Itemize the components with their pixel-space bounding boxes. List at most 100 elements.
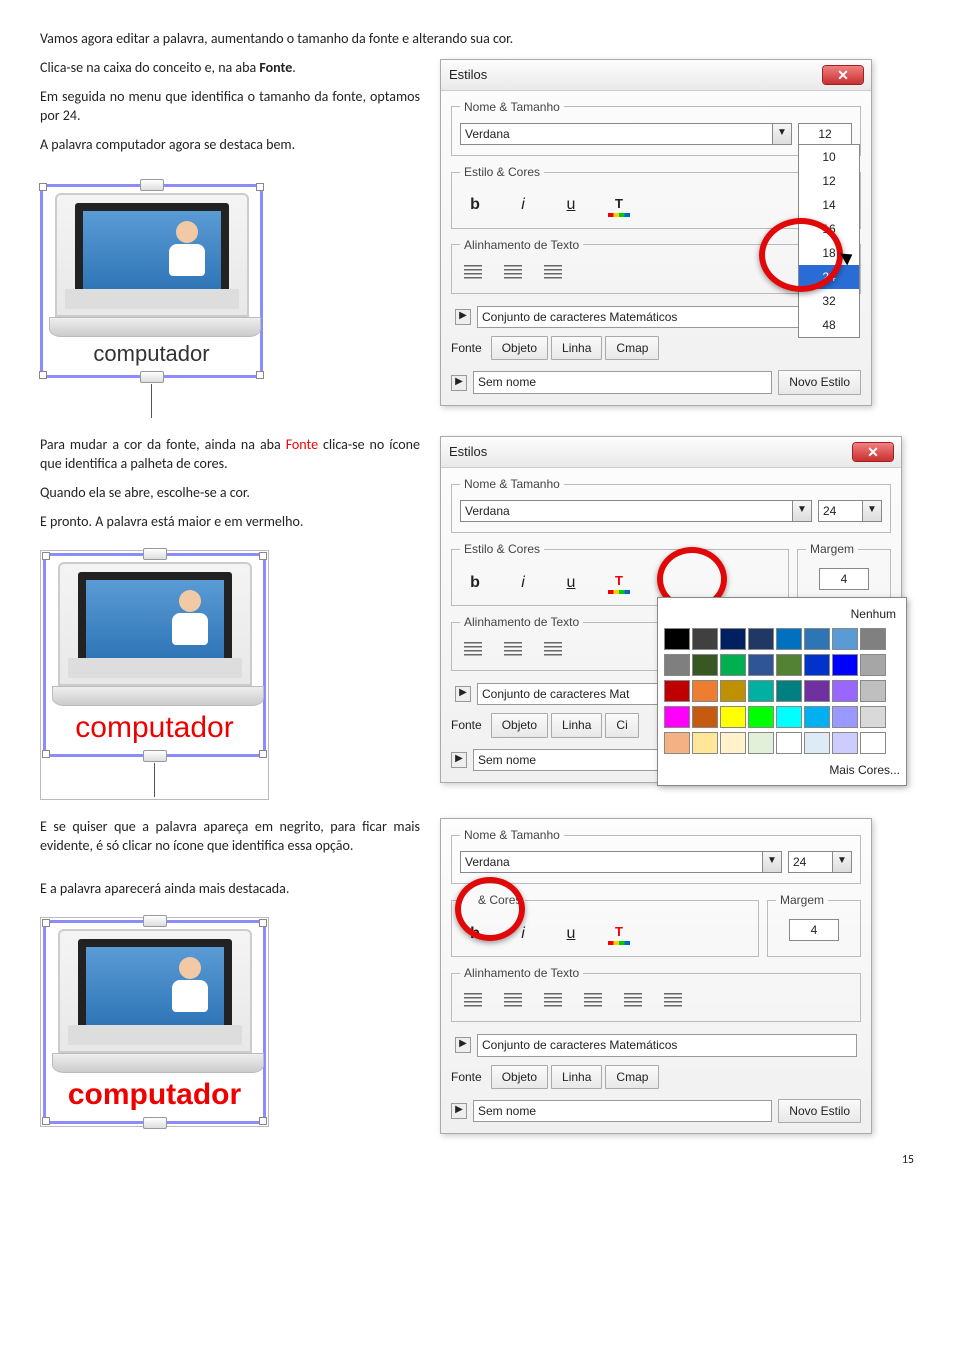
charset-field[interactable]: Conjunto de caracteres Matemáticos xyxy=(477,1034,857,1056)
underline-button[interactable]: u xyxy=(560,923,582,945)
tab-objeto[interactable]: Objeto xyxy=(491,1065,548,1089)
font-color-button[interactable]: T xyxy=(608,572,630,592)
margem-field[interactable]: 4 xyxy=(789,919,839,941)
color-swatch[interactable] xyxy=(860,680,886,702)
color-swatch[interactable] xyxy=(664,654,690,676)
color-swatch[interactable] xyxy=(664,706,690,728)
close-button[interactable]: ✕ xyxy=(823,66,863,84)
color-swatch[interactable] xyxy=(720,706,746,728)
align-top-button[interactable] xyxy=(584,993,602,1007)
style-name-field[interactable]: Sem nome xyxy=(473,1100,772,1122)
tab-cmap[interactable]: Cmap xyxy=(605,336,659,360)
color-swatch[interactable] xyxy=(776,732,802,754)
size-combo[interactable]: 24▼ xyxy=(818,500,882,522)
color-swatch[interactable] xyxy=(804,628,830,650)
color-swatch[interactable] xyxy=(748,732,774,754)
align-right-button[interactable] xyxy=(544,265,562,279)
tab-objeto[interactable]: Objeto xyxy=(491,336,548,360)
margem-field[interactable]: 4 xyxy=(819,568,869,590)
color-swatch[interactable] xyxy=(860,706,886,728)
color-swatch[interactable] xyxy=(748,628,774,650)
color-swatch[interactable] xyxy=(748,680,774,702)
style-name-field[interactable]: Sem nome xyxy=(473,371,772,393)
align-right-button[interactable] xyxy=(544,993,562,1007)
close-button[interactable]: ✕ xyxy=(853,443,893,461)
expand-icon[interactable]: ▶ xyxy=(455,686,471,702)
color-swatch[interactable] xyxy=(692,732,718,754)
color-swatch[interactable] xyxy=(860,628,886,650)
color-swatch[interactable] xyxy=(720,680,746,702)
color-swatch[interactable] xyxy=(776,654,802,676)
italic-button[interactable]: i xyxy=(512,572,534,594)
italic-button[interactable]: i xyxy=(512,194,534,216)
size-option[interactable]: 32 xyxy=(799,289,859,313)
tab-cmap[interactable]: Cmap xyxy=(605,1065,659,1089)
color-swatch[interactable] xyxy=(860,732,886,754)
color-swatch[interactable] xyxy=(692,680,718,702)
color-swatch[interactable] xyxy=(720,654,746,676)
color-swatch[interactable] xyxy=(832,628,858,650)
color-swatch[interactable] xyxy=(832,732,858,754)
tab-cmap[interactable]: Ci xyxy=(605,713,638,737)
align-center-button[interactable] xyxy=(504,265,522,279)
bold-button[interactable]: b xyxy=(464,572,486,594)
expand-icon[interactable]: ▶ xyxy=(455,309,471,325)
color-swatch[interactable] xyxy=(860,654,886,676)
size-option[interactable]: 12 xyxy=(799,169,859,193)
color-swatch[interactable] xyxy=(804,680,830,702)
size-combo[interactable]: 12 10 12 14 16 18 24 32 48 xyxy=(798,123,852,145)
no-color-option[interactable]: Nenhum xyxy=(664,604,900,628)
color-swatch[interactable] xyxy=(692,628,718,650)
color-swatch[interactable] xyxy=(692,706,718,728)
size-option[interactable]: 48 xyxy=(799,313,859,337)
color-swatch[interactable] xyxy=(804,732,830,754)
expand-icon[interactable]: ▶ xyxy=(451,1103,467,1119)
color-swatch[interactable] xyxy=(776,706,802,728)
font-color-button[interactable]: T xyxy=(608,195,630,215)
align-center-button[interactable] xyxy=(504,993,522,1007)
align-bottom-button[interactable] xyxy=(664,993,682,1007)
tab-objeto[interactable]: Objeto xyxy=(491,713,548,737)
more-colors-option[interactable]: Mais Cores... xyxy=(664,754,900,778)
align-left-button[interactable] xyxy=(464,265,482,279)
expand-icon[interactable]: ▶ xyxy=(451,375,467,391)
color-swatch[interactable] xyxy=(804,654,830,676)
concept-node[interactable]: computador xyxy=(43,553,266,798)
size-option[interactable]: 10 xyxy=(799,145,859,169)
font-combo[interactable]: Verdana▼ xyxy=(460,123,792,145)
concept-node[interactable]: computador xyxy=(40,184,263,418)
size-combo[interactable]: 24▼ xyxy=(788,851,852,873)
color-swatch[interactable] xyxy=(748,706,774,728)
align-right-button[interactable] xyxy=(544,642,562,656)
color-swatch[interactable] xyxy=(720,628,746,650)
color-swatch[interactable] xyxy=(692,654,718,676)
novo-estilo-button[interactable]: Novo Estilo xyxy=(778,1099,861,1123)
align-left-button[interactable] xyxy=(464,993,482,1007)
color-swatch[interactable] xyxy=(776,680,802,702)
font-combo[interactable]: Verdana▼ xyxy=(460,851,782,873)
align-middle-button[interactable] xyxy=(624,993,642,1007)
concept-node[interactable]: computador xyxy=(43,920,266,1125)
underline-button[interactable]: u xyxy=(560,572,582,594)
novo-estilo-button[interactable]: Novo Estilo xyxy=(778,370,861,394)
color-swatch[interactable] xyxy=(832,706,858,728)
color-swatch[interactable] xyxy=(776,628,802,650)
color-swatch[interactable] xyxy=(720,732,746,754)
underline-button[interactable]: u xyxy=(560,194,582,216)
font-color-button[interactable]: T xyxy=(608,923,630,943)
size-option[interactable]: 14 xyxy=(799,193,859,217)
expand-icon[interactable]: ▶ xyxy=(455,1037,471,1053)
color-swatch[interactable] xyxy=(664,732,690,754)
tab-linha[interactable]: Linha xyxy=(551,1065,602,1089)
color-swatch[interactable] xyxy=(804,706,830,728)
font-combo[interactable]: Verdana▼ xyxy=(460,500,812,522)
align-left-button[interactable] xyxy=(464,642,482,656)
align-center-button[interactable] xyxy=(504,642,522,656)
bold-button[interactable]: b xyxy=(464,194,486,216)
color-swatch[interactable] xyxy=(664,628,690,650)
tab-linha[interactable]: Linha xyxy=(551,336,602,360)
color-swatch[interactable] xyxy=(664,680,690,702)
color-swatch[interactable] xyxy=(832,680,858,702)
color-swatch[interactable] xyxy=(832,654,858,676)
tab-linha[interactable]: Linha xyxy=(551,713,602,737)
